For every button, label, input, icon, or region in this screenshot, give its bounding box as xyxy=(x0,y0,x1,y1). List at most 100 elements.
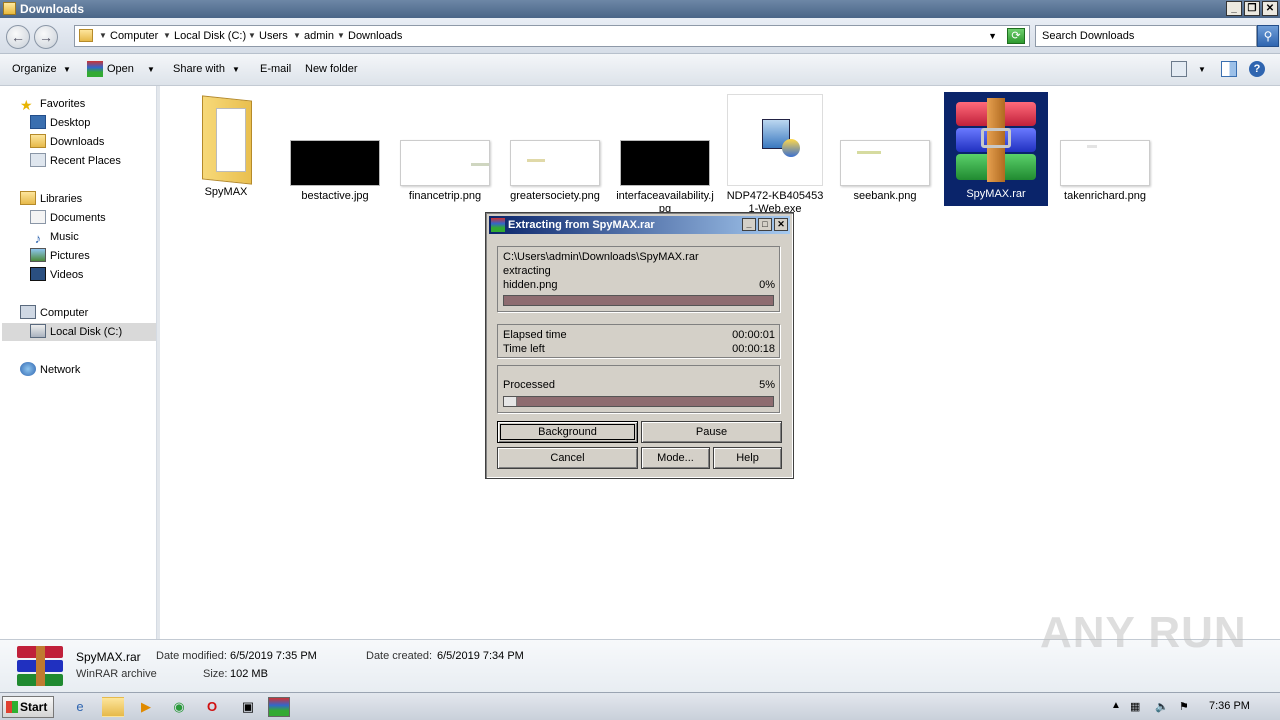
open-button[interactable]: Open xyxy=(107,63,134,75)
nav-item-recent-places[interactable]: Recent Places xyxy=(30,152,121,170)
email-button[interactable]: E-mail xyxy=(260,63,291,75)
file-item[interactable]: interfaceavailability.jpg xyxy=(615,94,715,214)
file-name: NDP472-KB4054531-Web.exe xyxy=(726,190,824,214)
file-name: financetrip.png xyxy=(408,190,482,202)
nav-item-local-disk[interactable]: Local Disk (C:) xyxy=(30,323,122,341)
dialog-titlebar[interactable]: Extracting from SpyMAX.rar _ □ ✕ xyxy=(489,216,790,234)
pause-button[interactable]: Pause xyxy=(641,421,782,443)
breadcrumb-local-disk[interactable]: Local Disk (C:) xyxy=(174,30,246,42)
mode-button[interactable]: Mode... xyxy=(641,447,710,469)
winrar-icon xyxy=(491,218,505,232)
chrome-icon[interactable]: ◉ xyxy=(168,697,190,717)
address-dropdown-icon[interactable]: ▼ xyxy=(988,31,997,41)
chevron-down-icon[interactable]: ▼ xyxy=(1198,65,1206,74)
chevron-down-icon[interactable]: ▼ xyxy=(248,31,256,40)
chevron-down-icon[interactable]: ▼ xyxy=(337,31,345,40)
change-view-icon[interactable] xyxy=(1171,61,1187,77)
file-item[interactable]: SpyMAX xyxy=(176,94,276,199)
explorer-icon[interactable] xyxy=(102,697,124,717)
dialog-minimize-button[interactable]: _ xyxy=(742,218,756,231)
file-name: SpyMAX xyxy=(204,186,248,198)
minimize-button[interactable]: _ xyxy=(1226,1,1242,16)
forward-button[interactable]: → xyxy=(34,25,58,49)
file-progress-bar xyxy=(503,295,774,306)
help-icon[interactable]: ? xyxy=(1249,61,1265,77)
share-with-button[interactable]: Share with xyxy=(173,63,225,75)
nav-item-network[interactable]: Network xyxy=(20,361,80,379)
preview-pane-icon[interactable] xyxy=(1221,61,1237,77)
address-toolbar: ← → ▼ Computer ▼ Local Disk (C:) ▼ Users… xyxy=(0,18,1280,54)
new-folder-button[interactable]: New folder xyxy=(305,63,358,75)
chevron-down-icon[interactable]: ▼ xyxy=(163,31,171,40)
refresh-icon[interactable]: ⟳ xyxy=(1007,28,1025,44)
nav-item-favorites[interactable]: ★ Favorites xyxy=(20,95,85,113)
time-group: Elapsed time 00:00:01 Time left 00:00:18 xyxy=(497,324,780,358)
search-input[interactable]: Search Downloads xyxy=(1035,25,1257,47)
network-status-icon[interactable]: ▦ xyxy=(1130,700,1140,713)
action-label: extracting xyxy=(503,265,551,277)
installer-icon xyxy=(727,94,823,186)
music-icon: ♪ xyxy=(34,231,42,246)
opera-icon[interactable]: O xyxy=(201,697,223,717)
extract-progress-dialog[interactable]: Extracting from SpyMAX.rar _ □ ✕ C:\User… xyxy=(485,212,794,479)
address-bar[interactable]: ▼ Computer ▼ Local Disk (C:) ▼ Users ▼ a… xyxy=(74,25,1030,47)
file-item[interactable]: financetrip.png xyxy=(395,94,495,203)
search-icon[interactable]: ⚲ xyxy=(1257,25,1279,47)
nav-item-desktop[interactable]: Desktop xyxy=(30,114,90,132)
start-button[interactable]: Start xyxy=(2,696,54,718)
nav-item-computer[interactable]: Computer xyxy=(20,304,88,322)
nav-item-music[interactable]: ♪ Music xyxy=(30,228,79,246)
file-item[interactable]: greatersociety.png xyxy=(505,94,605,203)
background-button[interactable]: Background xyxy=(497,421,638,443)
chevron-down-icon[interactable]: ▼ xyxy=(147,65,155,74)
maximize-button[interactable]: ❐ xyxy=(1244,1,1260,16)
dialog-close-button[interactable]: ✕ xyxy=(774,218,788,231)
file-item-selected[interactable]: SpyMAX.rar xyxy=(944,92,1048,206)
file-item[interactable]: takenrichard.png xyxy=(1055,94,1155,203)
breadcrumb-admin[interactable]: admin xyxy=(304,30,334,42)
file-item[interactable]: seebank.png xyxy=(835,94,935,203)
breadcrumb-users[interactable]: Users xyxy=(259,30,288,42)
internet-explorer-icon[interactable]: e xyxy=(69,697,91,717)
image-thumbnail xyxy=(620,140,710,186)
date-created-value: 6/5/2019 7:34 PM xyxy=(437,650,524,662)
cancel-button[interactable]: Cancel xyxy=(497,447,638,469)
image-thumbnail xyxy=(400,140,490,186)
nav-item-downloads[interactable]: Downloads xyxy=(30,133,104,151)
breadcrumb-computer[interactable]: Computer xyxy=(110,30,158,42)
file-item[interactable]: bestactive.jpg xyxy=(285,94,385,203)
volume-icon[interactable]: 🔈 xyxy=(1155,700,1169,713)
nav-item-libraries[interactable]: Libraries xyxy=(20,190,82,208)
chevron-down-icon[interactable]: ▼ xyxy=(232,65,240,74)
size-label: Size: xyxy=(203,668,228,680)
chevron-down-icon[interactable]: ▼ xyxy=(293,31,301,40)
desktop-icon xyxy=(30,115,46,129)
date-modified-value: 6/5/2019 7:35 PM xyxy=(230,650,317,662)
chevron-down-icon[interactable]: ▼ xyxy=(63,65,71,74)
media-player-icon[interactable]: ▶ xyxy=(135,697,157,717)
dialog-maximize-button[interactable]: □ xyxy=(758,218,772,231)
action-center-flag-icon[interactable]: ⚑ xyxy=(1179,700,1189,713)
processed-percent: 5% xyxy=(759,379,775,391)
nav-item-pictures[interactable]: Pictures xyxy=(30,247,90,265)
clock[interactable]: 7:36 PM xyxy=(1209,700,1250,712)
organize-button[interactable]: Organize xyxy=(12,63,57,75)
file-name: takenrichard.png xyxy=(1064,190,1146,202)
time-left-value: 00:00:18 xyxy=(732,343,775,355)
libraries-icon xyxy=(20,191,36,205)
nav-item-videos[interactable]: Videos xyxy=(30,266,83,284)
remote-desktop-icon[interactable]: ▣ xyxy=(237,697,259,717)
file-item[interactable]: NDP472-KB4054531-Web.exe xyxy=(725,94,825,214)
nav-item-documents[interactable]: Documents xyxy=(30,209,106,227)
show-hidden-icons-icon[interactable]: ▲ xyxy=(1111,700,1121,711)
winrar-archive-icon xyxy=(17,646,63,686)
winrar-taskbar-icon[interactable] xyxy=(268,697,290,717)
chevron-down-icon[interactable]: ▼ xyxy=(99,31,107,40)
file-name: interfaceavailability.jpg xyxy=(616,190,714,214)
back-button[interactable]: ← xyxy=(6,25,30,49)
close-button[interactable]: ✕ xyxy=(1262,1,1278,16)
recent-places-icon xyxy=(30,153,46,167)
help-button[interactable]: Help xyxy=(713,447,782,469)
breadcrumb-downloads[interactable]: Downloads xyxy=(348,30,402,42)
window-titlebar[interactable]: Downloads _ ❐ ✕ xyxy=(0,0,1280,18)
